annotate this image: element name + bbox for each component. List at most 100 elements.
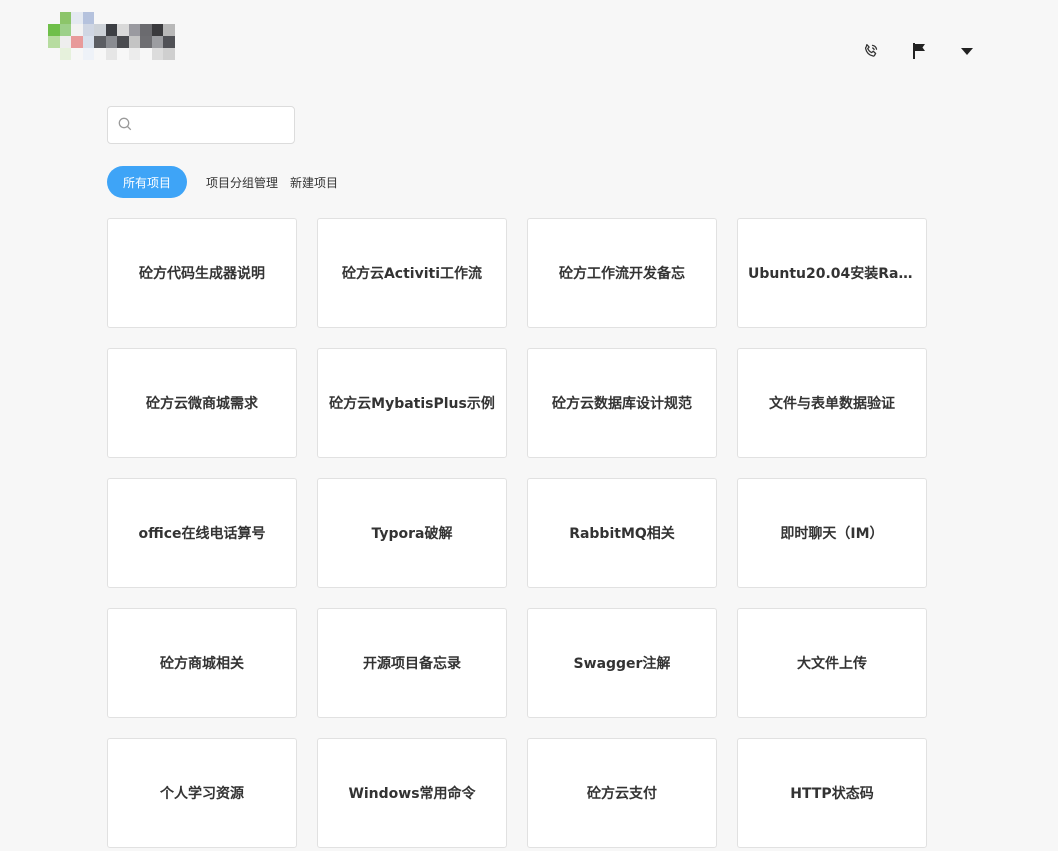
logo-pixel [117, 12, 129, 24]
project-card-title: RabbitMQ相关 [569, 526, 675, 542]
logo-pixel [82, 24, 94, 36]
logo-pixel [105, 24, 117, 36]
logo-pixel [151, 12, 163, 24]
project-card[interactable]: Swagger注解 [527, 608, 717, 718]
project-card[interactable]: 砼方商城相关 [107, 608, 297, 718]
logo-pixel [82, 36, 94, 48]
logo-pixel [48, 36, 60, 48]
project-card-title: 个人学习资源 [160, 786, 244, 802]
project-card[interactable]: 砼方云数据库设计规范 [527, 348, 717, 458]
logo[interactable] [48, 12, 186, 60]
project-card[interactable]: office在线电话算号 [107, 478, 297, 588]
logo-pixel [163, 24, 175, 36]
logo-pixel [128, 48, 140, 60]
logo-pixel [128, 12, 140, 24]
project-card-title: 即时聊天（IM） [780, 526, 884, 542]
flag-icon[interactable] [908, 40, 930, 62]
tab-all-projects[interactable]: 所有项目 [107, 166, 188, 198]
project-card-title: 砼方代码生成器说明 [139, 266, 265, 282]
caret-down-icon[interactable] [956, 40, 978, 62]
project-card[interactable]: 即时聊天（IM） [737, 478, 927, 588]
logo-pixel [117, 36, 129, 48]
project-card[interactable]: 砼方云支付 [527, 738, 717, 848]
logo-pixel [151, 36, 163, 48]
project-card[interactable]: 文件与表单数据验证 [737, 348, 927, 458]
logo-pixel [140, 36, 152, 48]
logo-pixel [151, 48, 163, 60]
project-card-title: HTTP状态码 [790, 786, 874, 802]
logo-pixel [59, 36, 71, 48]
logo-pixel [105, 36, 117, 48]
logo-pixel [59, 48, 71, 60]
project-card[interactable]: HTTP状态码 [737, 738, 927, 848]
logo-pixel [174, 36, 186, 48]
project-card-title: 砼方工作流开发备忘 [559, 266, 685, 282]
project-card[interactable]: 大文件上传 [737, 608, 927, 718]
project-tabs: 所有项目 项目分组管理 新建项目 [107, 166, 338, 198]
logo-pixel [59, 24, 71, 36]
search-icon [118, 116, 132, 135]
search-input[interactable] [138, 109, 294, 141]
logo-pixel [59, 12, 71, 24]
project-card[interactable]: 砼方云Activiti工作流 [317, 218, 507, 328]
project-card-title: 砼方云微商城需求 [146, 396, 258, 412]
phone-icon[interactable] [860, 40, 882, 62]
logo-pixel [163, 48, 175, 60]
project-card-title: 砼方商城相关 [160, 656, 244, 672]
project-card-title: 砼方云数据库设计规范 [552, 396, 692, 412]
project-card[interactable]: Windows常用命令 [317, 738, 507, 848]
project-card-title: 文件与表单数据验证 [769, 396, 895, 412]
project-card-title: Windows常用命令 [348, 786, 476, 802]
project-card[interactable]: 开源项目备忘录 [317, 608, 507, 718]
logo-pixel [163, 36, 175, 48]
logo-pixel [48, 12, 60, 24]
logo-pixel [105, 12, 117, 24]
project-card[interactable]: 砼方云MybatisPlus示例 [317, 348, 507, 458]
project-card-title: 砼方云MybatisPlus示例 [329, 396, 495, 412]
logo-pixel [71, 24, 83, 36]
logo-pixel [140, 48, 152, 60]
project-card-title: Ubuntu20.04安装RabbitMQ [748, 266, 916, 282]
logo-pixel [128, 24, 140, 36]
project-card-title: Typora破解 [371, 526, 453, 542]
project-card[interactable]: RabbitMQ相关 [527, 478, 717, 588]
tab-group-management[interactable]: 项目分组管理 [206, 174, 278, 191]
logo-pixel [140, 12, 152, 24]
logo-pixel [105, 48, 117, 60]
project-card-title: 大文件上传 [797, 656, 867, 672]
logo-pixel [82, 12, 94, 24]
logo-pixel [94, 24, 106, 36]
search-box[interactable] [107, 106, 295, 144]
project-card-title: office在线电话算号 [138, 526, 266, 542]
logo-pixel [94, 36, 106, 48]
project-card[interactable]: 砼方云微商城需求 [107, 348, 297, 458]
logo-pixel [174, 12, 186, 24]
logo-pixel [117, 48, 129, 60]
logo-pixel [71, 12, 83, 24]
logo-pixel [163, 12, 175, 24]
header-actions [860, 40, 978, 62]
logo-pixel [94, 48, 106, 60]
logo-pixel [71, 36, 83, 48]
logo-pixel [151, 24, 163, 36]
logo-pixel [174, 24, 186, 36]
project-card-title: 砼方云支付 [587, 786, 657, 802]
logo-pixel [174, 48, 186, 60]
project-card-title: 开源项目备忘录 [363, 656, 461, 672]
logo-pixel [71, 48, 83, 60]
logo-pixel [48, 24, 60, 36]
project-card-title: 砼方云Activiti工作流 [341, 266, 483, 282]
project-card[interactable]: 砼方代码生成器说明 [107, 218, 297, 328]
logo-pixel [140, 24, 152, 36]
project-card[interactable]: Ubuntu20.04安装RabbitMQ [737, 218, 927, 328]
project-card[interactable]: 个人学习资源 [107, 738, 297, 848]
project-card[interactable]: 砼方工作流开发备忘 [527, 218, 717, 328]
logo-pixel [48, 48, 60, 60]
project-grid: 砼方代码生成器说明 砼方云Activiti工作流 砼方工作流开发备忘 Ubuntu20… [107, 218, 927, 848]
logo-pixel [82, 48, 94, 60]
logo-pixel [128, 36, 140, 48]
logo-pixel [117, 24, 129, 36]
project-card-title: Swagger注解 [573, 656, 671, 672]
project-card[interactable]: Typora破解 [317, 478, 507, 588]
tab-new-project[interactable]: 新建项目 [290, 174, 338, 191]
